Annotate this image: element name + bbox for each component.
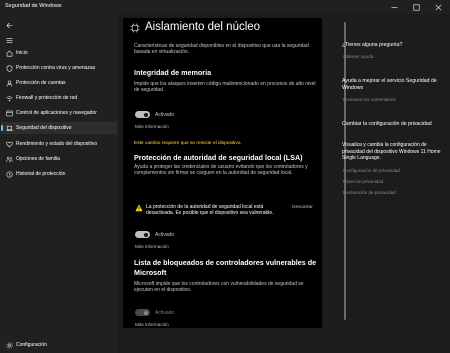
back-arrow-icon[interactable] [5,21,13,29]
memory-integrity-more-info-link[interactable]: Más información [135,124,169,129]
memory-integrity-description: Impide que los ataques inserten código m… [134,81,316,94]
title-bar: Seguridad de Windows [0,0,450,14]
sidebar-item-settings[interactable]: Configuración [1,339,117,351]
close-icon[interactable] [427,1,449,13]
wifi-icon [5,94,13,102]
sidebar-item-protection-history[interactable]: Historial de protección [1,168,117,180]
main-content: Aislamiento del núcleo Características d… [118,14,450,353]
maximize-icon[interactable] [405,1,427,13]
blocklist-more-info-link[interactable]: Más información [135,322,169,327]
sidebar-item-family-options[interactable]: Opciones de familia [1,153,117,165]
sidebar-item-label: Rendimiento y estado del dispositivo [16,141,98,147]
sidebar: Inicio Protección contra virus y amenaza… [0,14,118,353]
memory-integrity-heading: Integridad de memoria [134,68,212,77]
sidebar-item-label: Control de aplicaciones y navegador [16,110,97,116]
sidebar-item-label: Seguridad del dispositivo [16,125,72,131]
gear-icon [5,341,13,349]
privacy-statement-link[interactable]: Declaración de privacidad [343,190,396,195]
sidebar-item-label: Firewall y protección de red [16,95,78,101]
memory-integrity-toggle[interactable] [135,111,150,118]
privacy-dashboard-link[interactable]: Panel de privacidad [343,179,383,184]
sidebar-item-account-protection[interactable]: Protección de cuentas [1,77,117,89]
sidebar-item-label: Protección contra virus y amenazas [16,65,96,71]
sidebar-item-label: Historial de protección [16,171,66,177]
blocklist-toggle-label: Activado [155,310,175,316]
sidebar-item-firewall[interactable]: Firewall y protección de red [1,92,117,104]
lsa-warning-text: La protección de la autoridad de segurid… [146,204,274,217]
lsa-description: Ayuda a proteger las credenciales de usu… [134,164,308,177]
person-icon [5,79,13,87]
sidebar-item-label: Inicio [16,50,28,56]
shield-icon [5,64,13,72]
warning-icon [135,204,143,212]
sidebar-item-label: Configuración [16,342,47,348]
lsa-toggle[interactable] [135,231,150,238]
history-icon [5,170,13,178]
get-help-link[interactable]: Obtener ayuda [343,54,373,59]
page-title: Aislamiento del núcleo [145,21,261,33]
app-window-icon [5,109,13,117]
memory-integrity-toggle-label: Activado [155,112,175,118]
lsa-more-info-link[interactable]: Más información [135,244,169,249]
family-icon [5,155,13,163]
question-heading: ¿Tienes alguna pregunta? [342,42,403,48]
minimize-icon[interactable] [383,1,405,13]
privacy-heading: Cambiar la configuración de privacidad [342,121,432,127]
laptop-icon [5,124,13,132]
home-icon [5,49,13,57]
sidebar-item-label: Opciones de familia [16,156,60,162]
improve-heading: Ayuda a mejorar el servicio Seguridad de… [342,78,437,91]
privacy-text: Visualiza y cambia la configuración de p… [342,142,441,162]
blocklist-heading: Lista de bloqueados de controladores vul… [134,258,317,277]
chip-icon [130,23,140,33]
heart-icon [5,140,13,148]
restart-notice: Este cambio requiere que se reinicie el … [134,141,242,146]
privacy-settings-link[interactable]: Configuración de privacidad [343,168,400,173]
sidebar-item-device-security[interactable]: Seguridad del dispositivo [1,122,117,134]
dismiss-button[interactable]: Descartar [292,205,313,210]
lsa-heading: Protección de autoridad de seguridad loc… [134,153,303,162]
window-title: Seguridad de Windows [5,3,62,9]
blocklist-toggle[interactable] [135,309,150,316]
hamburger-icon[interactable] [5,36,13,44]
blocklist-description: Microsoft impide que los controladores c… [134,281,304,294]
sidebar-item-inicio[interactable]: Inicio [1,47,117,59]
sidebar-item-virus-protection[interactable]: Protección contra virus y amenazas [1,62,117,74]
sidebar-item-app-browser-control[interactable]: Control de aplicaciones y navegador [1,107,117,119]
sidebar-item-device-performance[interactable]: Rendimiento y estado del dispositivo [1,138,117,150]
send-feedback-link[interactable]: Envíanos tus comentarios [343,97,396,102]
core-isolation-panel: Aislamiento del núcleo Características d… [123,18,322,328]
intro-text: Características de seguridad disponibles… [134,43,309,56]
sidebar-item-label: Protección de cuentas [16,80,66,86]
lsa-toggle-label: Activado [155,232,175,238]
